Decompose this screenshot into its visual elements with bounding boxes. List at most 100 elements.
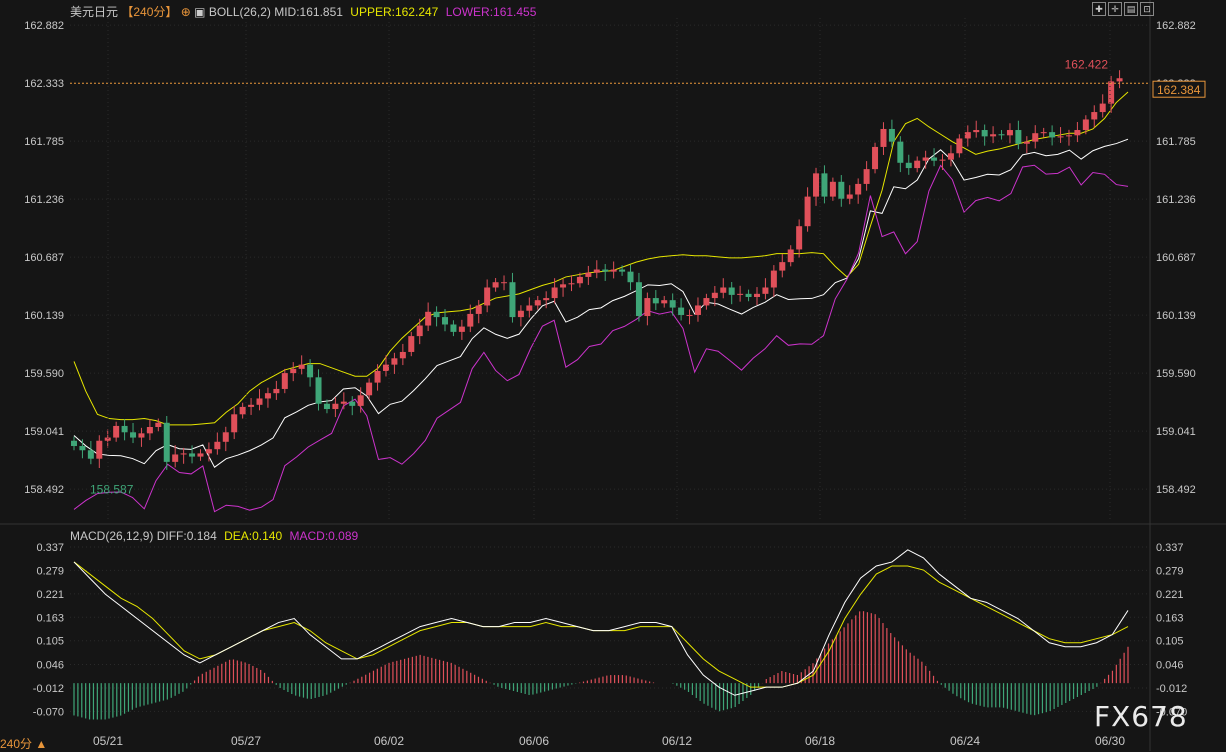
candle-body xyxy=(1074,130,1081,136)
candle-body xyxy=(602,269,609,272)
candle-body xyxy=(399,351,406,359)
candle-body xyxy=(391,358,398,365)
candle-body xyxy=(374,370,381,383)
macd-diff: DIFF:0.184 xyxy=(156,529,217,543)
time-axis-label: 06/06 xyxy=(519,734,549,748)
candle-body xyxy=(551,287,558,299)
price-axis-label-left: 160.139 xyxy=(24,310,64,322)
candle-body xyxy=(964,132,971,139)
boll-label[interactable]: BOLL(26,2) xyxy=(209,5,271,19)
candle-body xyxy=(71,440,77,447)
candle-body xyxy=(796,226,803,250)
macd-axis-label-right: -0.012 xyxy=(1156,683,1187,695)
candle-body xyxy=(366,382,373,396)
page-icon[interactable]: ▤ xyxy=(1124,2,1138,16)
candle-body xyxy=(264,393,271,399)
macd-axis-label-right: 0.163 xyxy=(1156,612,1184,624)
settings-icon[interactable]: ⊕ xyxy=(181,5,191,19)
macd-label[interactable]: MACD(26,12,9) xyxy=(70,529,153,543)
macd-axis-label-right: 0.221 xyxy=(1156,589,1184,601)
candle-body xyxy=(543,298,550,301)
candle-body xyxy=(635,282,642,317)
candle-body xyxy=(720,287,727,293)
candle-body xyxy=(1091,112,1098,120)
candle-body xyxy=(442,317,449,325)
period-button[interactable]: 240分 ▲ xyxy=(0,735,47,752)
candle-body xyxy=(888,128,895,142)
candle-body xyxy=(155,422,162,427)
candle-body xyxy=(1116,78,1123,82)
candle-body xyxy=(96,440,103,459)
price-axis-label-right: 158.492 xyxy=(1156,484,1196,496)
candle-body xyxy=(779,262,786,271)
candle-body xyxy=(1049,132,1056,138)
macd-axis-label-right: 0.337 xyxy=(1156,542,1184,554)
candle-body xyxy=(484,287,491,306)
candle-body xyxy=(560,284,567,288)
candle-body xyxy=(189,453,196,457)
candle-body xyxy=(87,450,94,459)
macd-axis-label-left: 0.163 xyxy=(36,612,64,624)
candle-body xyxy=(214,441,221,450)
zoom-out-icon[interactable]: ✛ xyxy=(1108,2,1122,16)
candle-body xyxy=(180,453,187,455)
candle-body xyxy=(1082,119,1089,131)
boll-mid: MID:161.851 xyxy=(274,5,343,19)
period-label[interactable]: 【240分】 xyxy=(121,5,177,19)
candle-body xyxy=(669,300,676,308)
candle-body xyxy=(416,325,423,337)
indicator-icon[interactable]: ▣ xyxy=(194,5,205,19)
candle-body xyxy=(593,269,600,273)
price-axis-label-right: 160.139 xyxy=(1156,310,1196,322)
candle-body xyxy=(694,305,701,315)
fit-icon[interactable]: ⊡ xyxy=(1140,2,1154,16)
candle-body xyxy=(1023,141,1030,144)
macd-axis-label-left: 0.221 xyxy=(36,589,64,601)
macd-axis-label-left: -0.012 xyxy=(33,683,64,695)
candle-body xyxy=(990,134,997,137)
candle-body xyxy=(728,287,735,295)
candle-body xyxy=(509,282,516,318)
candle-body xyxy=(711,292,718,299)
candle-body xyxy=(281,373,288,389)
candle-body xyxy=(1032,133,1039,142)
candle-body xyxy=(1065,135,1072,137)
candle-body xyxy=(467,313,474,327)
candle-body xyxy=(905,162,912,169)
candle-body xyxy=(846,194,853,199)
candle-body xyxy=(458,326,465,332)
candle-body xyxy=(307,364,314,378)
candle-body xyxy=(1057,136,1064,138)
macd-dea: DEA:0.140 xyxy=(224,529,283,543)
candle-body xyxy=(998,134,1005,136)
candle-body xyxy=(678,307,685,315)
candle-body xyxy=(382,364,389,371)
price-axis-label-left: 161.236 xyxy=(24,194,64,206)
candle-body xyxy=(323,403,330,410)
time-axis-label: 06/24 xyxy=(950,734,980,748)
candle-body xyxy=(349,401,356,406)
candle-body xyxy=(627,271,634,283)
time-axis-label: 05/27 xyxy=(231,734,261,748)
candle-body xyxy=(526,305,533,311)
watermark: FX678 xyxy=(1094,700,1188,733)
candle-body xyxy=(1108,81,1115,104)
time-axis-label: 06/02 xyxy=(374,734,404,748)
symbol-name[interactable]: 美元日元 xyxy=(70,5,118,19)
macd-axis-label-left: 0.337 xyxy=(36,542,64,554)
zoom-in-icon[interactable]: ✚ xyxy=(1092,2,1106,16)
candle-body xyxy=(298,364,305,369)
candle-body xyxy=(113,425,120,438)
macd-axis-label-left: -0.070 xyxy=(33,706,64,718)
candle-body xyxy=(619,269,626,272)
price-axis-label-left: 161.785 xyxy=(24,136,64,148)
candle-body xyxy=(880,128,887,147)
candle-body xyxy=(661,300,668,304)
candle-body xyxy=(138,433,145,438)
candle-body xyxy=(340,401,347,404)
candle-body xyxy=(534,300,541,306)
candle-body xyxy=(239,406,246,415)
price-axis-label-left: 159.041 xyxy=(24,426,64,438)
chart-canvas: 162.882162.882162.333162.333161.785161.7… xyxy=(0,0,1226,751)
price-axis-label-right: 159.590 xyxy=(1156,368,1196,380)
